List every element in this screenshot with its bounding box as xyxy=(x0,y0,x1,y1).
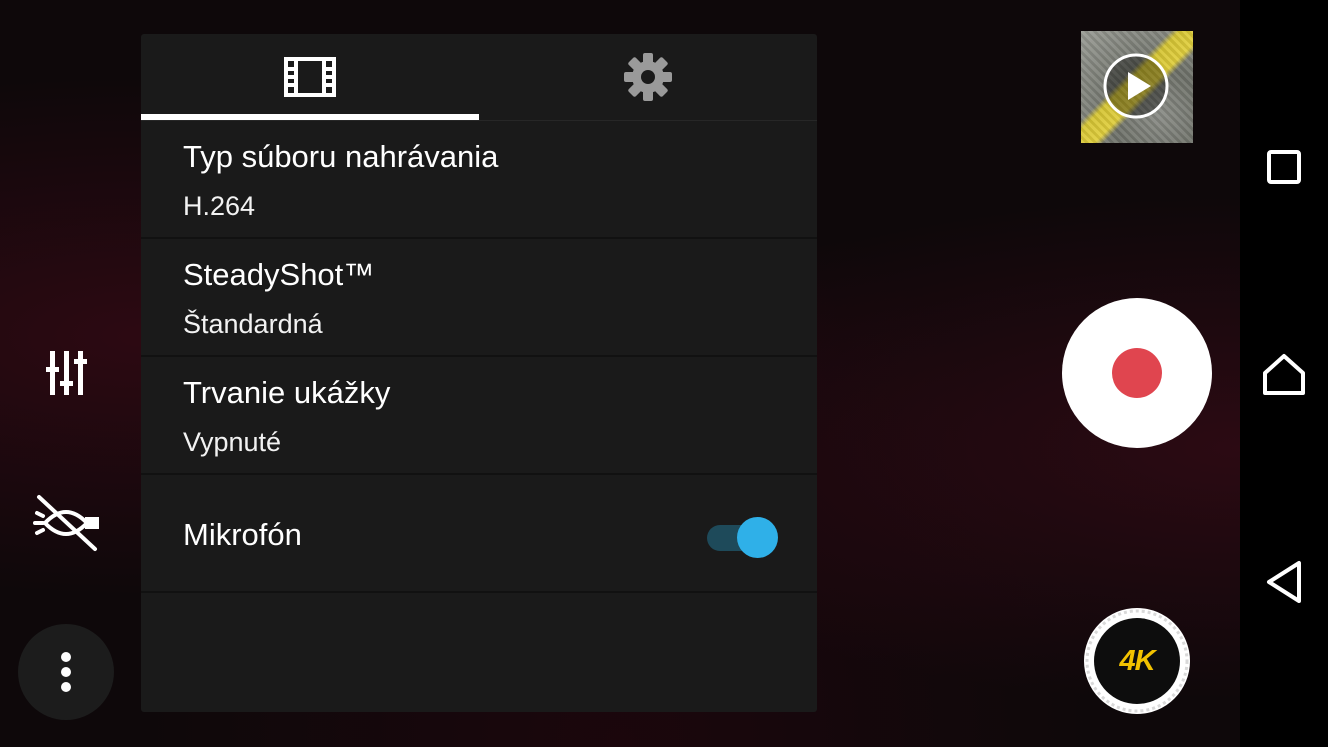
play-icon xyxy=(1103,53,1169,119)
setting-title: SteadyShot™ xyxy=(183,257,375,292)
setting-row-file-type[interactable]: Typ súboru nahrávania H.264 xyxy=(141,121,817,239)
settings-panel: Typ súboru nahrávania H.264 SteadyShot™ … xyxy=(141,34,817,712)
home-button[interactable] xyxy=(1240,343,1328,407)
last-capture-thumbnail[interactable] xyxy=(1081,31,1193,143)
tab-general-settings[interactable] xyxy=(479,34,817,120)
system-navigation-bar xyxy=(1240,0,1328,747)
more-vertical-icon xyxy=(61,652,71,692)
setting-value: H.264 xyxy=(183,191,256,221)
toggle-thumb xyxy=(737,517,778,558)
mode-label: 4K xyxy=(1094,618,1180,704)
tab-video-settings[interactable] xyxy=(141,34,479,120)
home-icon xyxy=(1263,354,1305,395)
setting-row-steadyshot[interactable]: SteadyShot™ Štandardná xyxy=(141,239,817,357)
setting-row-preview-duration[interactable]: Trvanie ukážky Vypnuté xyxy=(141,357,817,475)
manual-settings-button[interactable] xyxy=(40,344,94,402)
back-button[interactable] xyxy=(1240,550,1328,614)
setting-value: Štandardná xyxy=(183,309,323,339)
gear-icon xyxy=(624,53,672,101)
record-button[interactable] xyxy=(1062,298,1212,448)
setting-title: Trvanie ukážky xyxy=(183,375,391,410)
capture-mode-button[interactable]: 4K xyxy=(1084,608,1190,714)
microphone-toggle[interactable] xyxy=(707,517,779,558)
setting-row-microphone[interactable]: Mikrofón xyxy=(141,475,817,593)
setting-value: Vypnuté xyxy=(183,427,282,457)
flash-off-icon xyxy=(33,495,99,551)
recents-button[interactable] xyxy=(1240,135,1328,199)
sliders-icon xyxy=(46,351,87,395)
film-strip-icon xyxy=(284,57,336,97)
record-icon xyxy=(1112,348,1162,398)
settings-tabs xyxy=(141,34,817,120)
more-options-button[interactable] xyxy=(18,624,114,720)
flash-off-button[interactable] xyxy=(30,492,102,554)
back-icon xyxy=(1267,561,1301,603)
recents-icon xyxy=(1267,150,1301,184)
setting-title: Typ súboru nahrávania xyxy=(183,139,499,174)
setting-title: Mikrofón xyxy=(183,517,302,552)
